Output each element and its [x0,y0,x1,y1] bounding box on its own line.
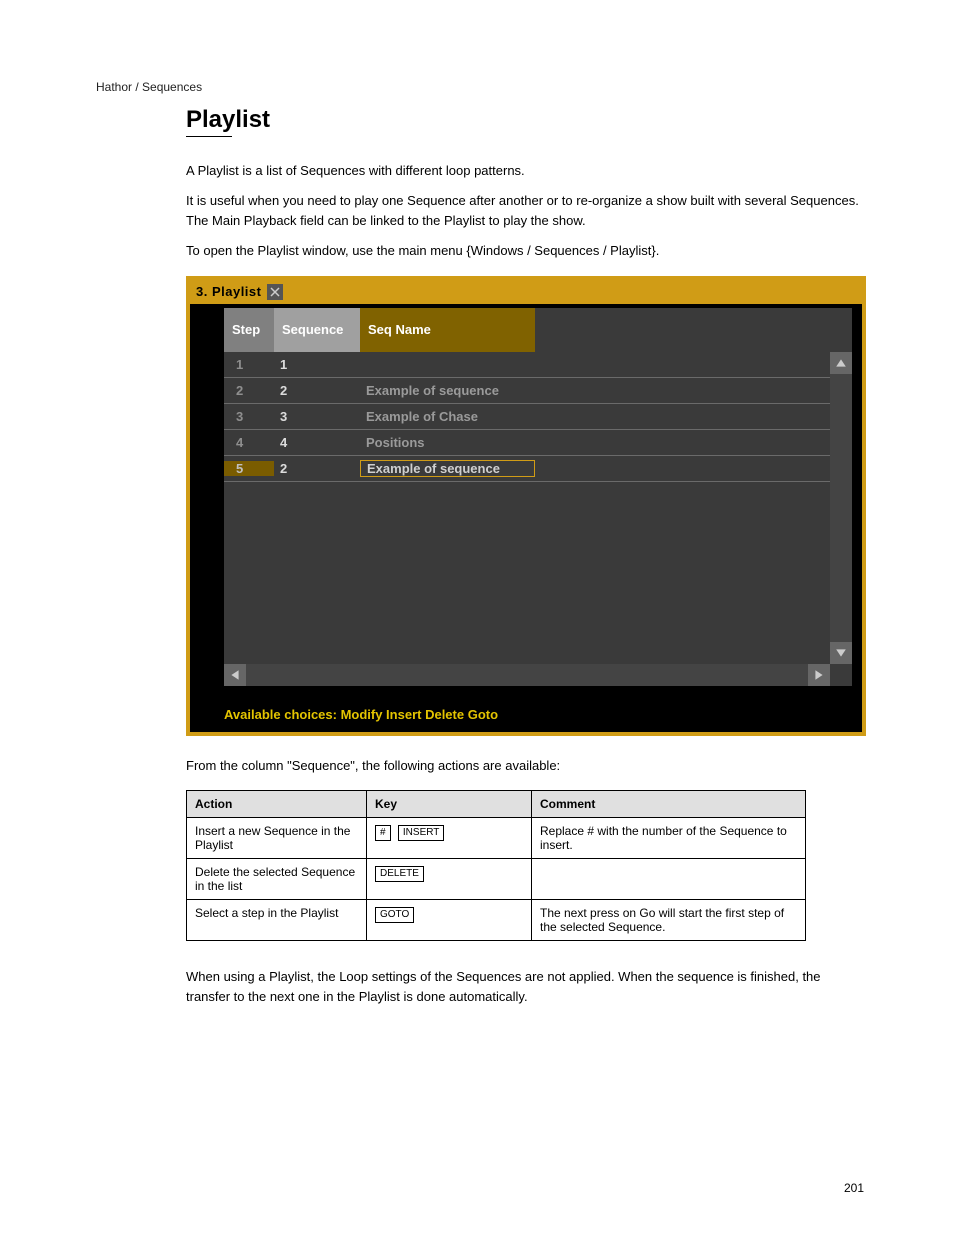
keycap-delete: DELETE [375,866,424,882]
panel-footer-hint: Available choices: Modify Insert Delete … [224,707,852,722]
action-row: Delete the selected Sequence in the list… [187,858,806,899]
table-row[interactable]: 3 3 Example of Chase [224,404,852,430]
key-cell: DELETE [367,858,532,899]
cell-seq-name: Example of sequence [360,383,535,398]
scroll-right-button[interactable] [808,664,830,686]
cell-sequence: 1 [274,357,360,372]
keycap-hash: # [375,825,391,841]
action-header-action: Action [187,790,367,817]
action-row: Select a step in the Playlist GOTO The n… [187,899,806,940]
table-row[interactable]: 2 2 Example of sequence [224,378,852,404]
playlist-grid: Step Sequence Seq Name 1 1 2 2 Example o… [224,308,852,686]
page-number: 201 [844,1181,864,1195]
horizontal-scrollbar[interactable] [224,664,830,686]
table-row-selected[interactable]: 5 2 Example of sequence [224,456,852,482]
key-cell: GOTO [367,899,532,940]
cell-sequence: 2 [274,461,360,476]
action-cell: Delete the selected Sequence in the list [187,858,367,899]
playlist-panel: 3. Playlist Step Sequence Seq Name 1 1 2… [186,276,866,736]
cell-seq-name: Positions [360,435,535,450]
cell-sequence: 2 [274,383,360,398]
action-row: Insert a new Sequence in the Playlist # … [187,817,806,858]
title-underline [186,136,232,137]
action-header-key: Key [367,790,532,817]
grid-header: Step Sequence Seq Name [224,308,852,352]
column-header-step[interactable]: Step [224,308,274,352]
cell-sequence: 3 [274,409,360,424]
close-button[interactable] [267,284,283,300]
intro-paragraph-3: To open the Playlist window, use the mai… [186,241,864,261]
intro-paragraph-1: A Playlist is a list of Sequences with d… [186,161,864,181]
page-title: Playlist [186,106,864,134]
close-icon [270,287,280,297]
action-cell: Insert a new Sequence in the Playlist [187,817,367,858]
keycap-insert: INSERT [398,825,445,841]
intro-paragraph-2: It is useful when you need to play one S… [186,191,864,231]
vertical-scrollbar[interactable] [830,352,852,664]
scroll-down-button[interactable] [830,642,852,664]
table-row[interactable]: 4 4 Positions [224,430,852,456]
comment-cell: The next press on Go will start the firs… [532,899,806,940]
chevron-up-icon [835,357,847,369]
cell-seq-name: Example of sequence [360,460,535,477]
cell-step: 3 [224,409,274,424]
panel-title: 3. Playlist [196,284,261,299]
comment-cell [532,858,806,899]
panel-titlebar: 3. Playlist [190,280,862,304]
chevron-down-icon [835,647,847,659]
chevron-right-icon [813,669,825,681]
action-header-comment: Comment [532,790,806,817]
column-header-seq-name[interactable]: Seq Name [360,308,535,352]
cell-seq-name: Example of Chase [360,409,535,424]
key-cell: # INSERT [367,817,532,858]
cell-step: 2 [224,383,274,398]
action-cell: Select a step in the Playlist [187,899,367,940]
cell-step: 5 [224,461,274,476]
column-header-sequence[interactable]: Sequence [274,308,360,352]
keycap-goto: GOTO [375,907,414,923]
scroll-left-button[interactable] [224,664,246,686]
cell-step: 1 [224,357,274,372]
footer-note: When using a Playlist, the Loop settings… [186,967,864,1007]
action-table: Action Key Comment Insert a new Sequence… [186,790,806,941]
header-breadcrumb: Hathor / Sequences [96,80,864,94]
table-row[interactable]: 1 1 [224,352,852,378]
cell-sequence: 4 [274,435,360,450]
cell-step: 4 [224,435,274,450]
after-panel-text: From the column "Sequence", the followin… [186,756,864,776]
comment-cell: Replace # with the number of the Sequenc… [532,817,806,858]
scroll-up-button[interactable] [830,352,852,374]
chevron-left-icon [229,669,241,681]
